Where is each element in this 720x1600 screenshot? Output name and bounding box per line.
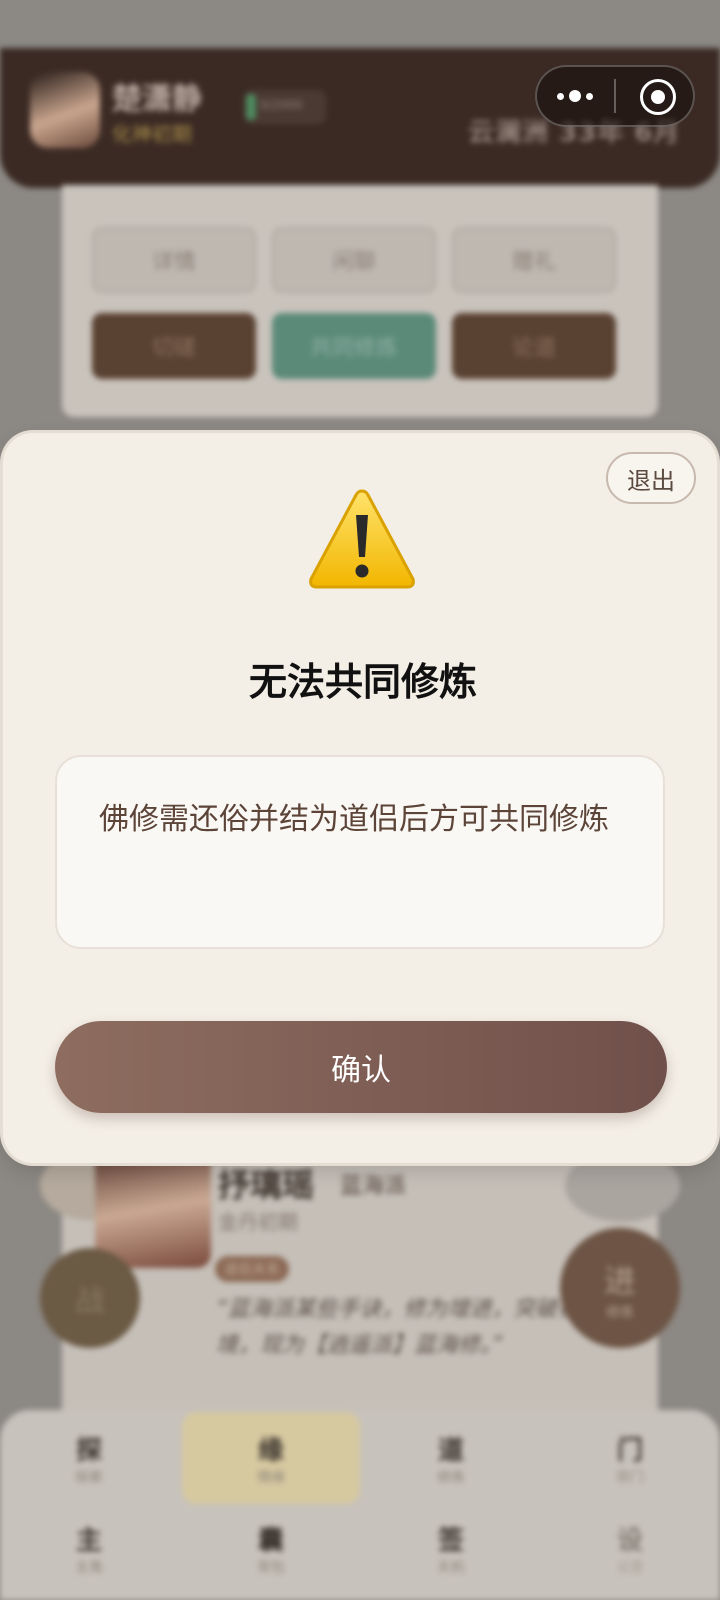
tab-protagonist[interactable]: 主主角 [44, 1520, 134, 1577]
gift-button[interactable]: 赠礼 [452, 227, 616, 293]
companion-portrait [95, 1150, 211, 1268]
spar-button[interactable]: 切磋 [92, 313, 256, 379]
co-cultivate-button[interactable]: 共同修炼 [272, 313, 436, 379]
tab-affinity[interactable]: 缘情缘 [226, 1430, 316, 1487]
companion-sect: 蓝海派 [340, 1174, 407, 1199]
tab-explore[interactable]: 探探索 [44, 1430, 134, 1487]
dialog-title: 无法共同修炼 [248, 660, 477, 704]
relationship-badge: 道侣关系 [215, 1256, 289, 1282]
companion-rank: 金丹初期 [218, 1210, 298, 1234]
chat-button[interactable]: 闲聊 [272, 227, 436, 293]
more-options-icon[interactable] [555, 84, 595, 108]
miniprogram-capsule [535, 65, 695, 127]
energy-text: 0/2000 [260, 98, 303, 112]
energy-bar: 0/2000 [244, 90, 326, 124]
message-box: 佛修需还俗并结为道侣后方可共同修炼 [55, 755, 665, 949]
action-card: 详情 闲聊 赠礼 切磋 共同修炼 论道 [62, 185, 658, 417]
tab-sect[interactable]: 门宗门 [585, 1430, 675, 1487]
battle-float-button[interactable]: 战 [40, 1248, 140, 1348]
companion-name: 抒璃瑶 [218, 1166, 315, 1204]
tab-settings[interactable]: 设设置 [585, 1520, 675, 1577]
details-button[interactable]: 详情 [92, 227, 256, 293]
tab-inventory[interactable]: 囊背包 [226, 1520, 316, 1577]
player-avatar[interactable] [30, 72, 100, 148]
capsule-divider [614, 79, 616, 113]
message-text: 佛修需还俗并结为道侣后方可共同修炼 [99, 802, 609, 837]
player-name: 楚潇静 [112, 82, 202, 117]
confirm-button[interactable]: 确认 [55, 1021, 667, 1113]
player-rank: 化神初期 [112, 122, 192, 146]
warning-icon [309, 489, 415, 589]
close-miniprogram-icon[interactable] [640, 79, 676, 115]
tab-fate[interactable]: 签天机 [406, 1520, 496, 1577]
alert-dialog: 退出 无法共同修炼 佛修需还俗并结为道侣后方可共同修炼 确认 [3, 433, 717, 1163]
cultivate-float-button[interactable]: 进 修炼 [560, 1228, 680, 1348]
companion-quote: “蓝海派某些手诀，修为增进，突破初期境，现为【逍遥派】蓝海修。” [216, 1297, 602, 1358]
tab-cultivation[interactable]: 道修炼 [406, 1430, 496, 1487]
discuss-dao-button[interactable]: 论道 [452, 313, 616, 379]
exit-button[interactable]: 退出 [606, 452, 696, 504]
